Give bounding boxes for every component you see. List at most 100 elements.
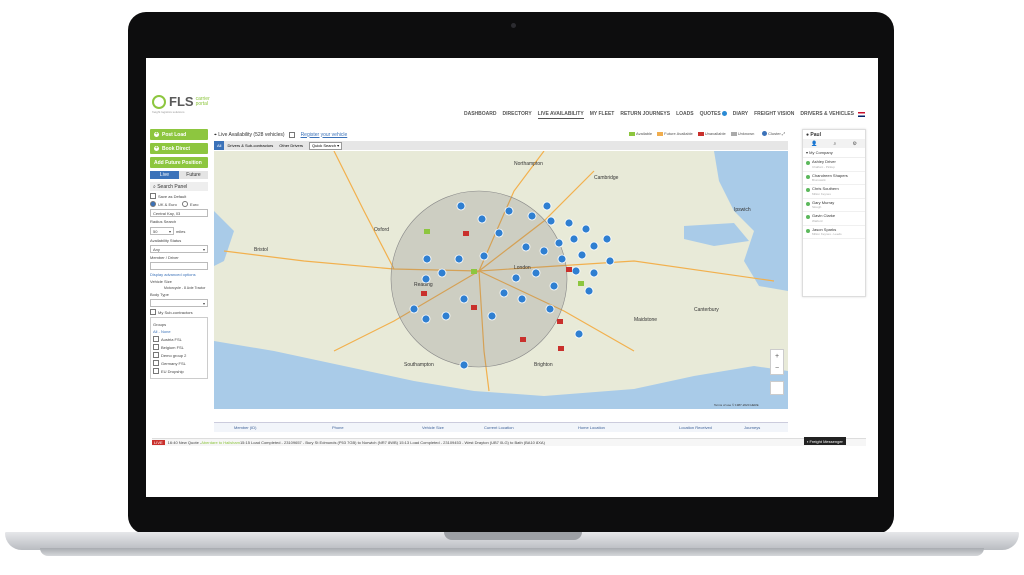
cluster-marker[interactable] [545,304,555,314]
cluster-marker[interactable] [581,224,591,234]
contact-item[interactable]: Jason Sparks Milton Keynes - Leeds [803,226,865,239]
cluster-marker[interactable] [499,288,509,298]
contact-item[interactable]: Chris Southern Milton Keynes [803,185,865,199]
available-flag[interactable] [578,281,584,286]
nav-live-availability[interactable]: LIVE AVAILABILITY [537,111,584,119]
cluster-marker[interactable] [422,254,432,264]
available-flag[interactable] [471,269,477,274]
cluster-marker[interactable] [421,274,431,284]
group-checkbox[interactable] [153,352,159,358]
group-checkbox[interactable] [153,336,159,342]
cluster-marker[interactable] [479,251,489,261]
search-panel-header[interactable]: ⌕ Search Panel [150,182,208,191]
col-journeys[interactable]: Journeys [744,425,760,430]
availability-select[interactable]: Any ▾ [150,245,208,253]
col-home-location[interactable]: Home Location [578,425,605,430]
post-load-button[interactable]: + Post Load [150,129,208,140]
nav-drivers-vehicles[interactable]: DRIVERS & VEHICLES [800,111,854,119]
cluster-marker[interactable] [527,211,537,221]
group-item[interactable]: Demo group 2 [153,352,205,358]
tab-other-drivers[interactable]: Other Drivers [276,141,306,150]
cluster-marker[interactable] [477,214,487,224]
group-checkbox[interactable] [153,368,159,374]
quick-search-select[interactable]: Quick Search ▾ [309,141,343,150]
register-vehicle-link[interactable]: Register your vehicle [301,132,348,138]
cluster-marker[interactable] [437,268,447,278]
member-driver-input[interactable] [150,262,208,270]
cluster-marker[interactable] [456,201,466,211]
cluster-marker[interactable] [602,234,612,244]
unavailable-flag[interactable] [520,337,526,342]
cluster-marker[interactable] [421,314,431,324]
contact-item[interactable]: Gavin Clarke Watford [803,212,865,226]
cluster-marker[interactable] [531,268,541,278]
tab-all[interactable]: All [214,141,225,150]
cluster-marker[interactable] [459,360,469,370]
group-checkbox[interactable] [153,360,159,366]
unavailable-flag[interactable] [463,231,469,236]
ticker-route-link[interactable]: Aberdare to Hailsham [201,440,240,445]
cluster-marker[interactable] [409,304,419,314]
uk-euro-radio[interactable] [150,201,156,207]
cluster-marker[interactable] [511,273,521,283]
fullscreen-icon[interactable]: ⤢ [782,131,785,136]
live-tab[interactable]: Live [150,171,179,179]
map-view[interactable]: Northampton Cambridge Bristol London Rea… [214,151,788,409]
unavailable-flag[interactable] [471,305,477,310]
col-phone[interactable]: Phone [332,425,344,430]
nav-directory[interactable]: DIRECTORY [503,111,532,119]
col-current-location[interactable]: Current Location [484,425,514,430]
col-location-received[interactable]: Location Received [679,425,712,430]
contacts-icon[interactable]: 👤 [811,141,817,147]
nav-diary[interactable]: DIARY [733,111,748,119]
nav-return-journeys[interactable]: RETURN JOURNEYS [620,111,670,119]
nav-freight-vision[interactable]: FREIGHT VISION [754,111,794,119]
cluster-marker[interactable] [605,256,615,266]
col-member[interactable]: Member (ID) [234,425,256,430]
group-item[interactable]: EU Dropship [153,368,205,374]
cluster-marker[interactable] [459,294,469,304]
unavailable-flag[interactable] [566,267,572,272]
unavailable-flag[interactable] [421,291,427,296]
contact-group[interactable]: ▾ My Company [803,148,865,158]
cluster-marker[interactable] [569,234,579,244]
cluster-marker[interactable] [574,329,584,339]
cluster-marker[interactable] [441,311,451,321]
cluster-marker[interactable] [517,294,527,304]
uk-flag-icon[interactable] [858,112,865,117]
future-tab[interactable]: Future [179,171,208,179]
cluster-marker[interactable] [487,311,497,321]
group-item[interactable]: Belgium FSL [153,344,205,350]
save-default-row[interactable]: Save as Default [150,193,208,199]
gear-icon[interactable]: ⚙ [852,141,856,147]
cluster-marker[interactable] [584,286,594,296]
contact-item[interactable]: Ashley Driver Chalfont - Pickup [803,158,865,172]
radius-select[interactable]: 50 ▾ [150,227,174,235]
cluster-marker[interactable] [494,228,504,238]
col-vehicle-size[interactable]: Vehicle Size [422,425,444,430]
cluster-marker[interactable] [557,254,567,264]
add-future-position-button[interactable]: Add Future Position [150,157,208,168]
group-item[interactable]: Germany FSL [153,360,205,366]
contact-item[interactable]: Gary Murray Slough [803,199,865,212]
nav-my-fleet[interactable]: MY FLEET [590,111,615,119]
cluster-marker[interactable] [571,266,581,276]
group-item[interactable]: Austria FSL [153,336,205,342]
cluster-marker[interactable] [549,281,559,291]
available-flag[interactable] [424,229,430,234]
cluster-marker[interactable] [539,246,549,256]
groups-all-none-link[interactable]: All - None [153,329,205,334]
unavailable-flag[interactable] [557,319,563,324]
cluster-marker[interactable] [504,206,514,216]
book-direct-button[interactable]: + Book Direct [150,143,208,154]
cluster-marker[interactable] [577,250,587,260]
body-type-select[interactable]: ▾ [150,299,208,307]
cluster-marker[interactable] [564,218,574,228]
location-input[interactable]: Central Kay, 03 [150,209,208,217]
cluster-marker[interactable] [521,242,531,252]
nav-dashboard[interactable]: DASHBOARD [464,111,497,119]
tab-drivers-subcontractors[interactable]: Drivers & Sub-contractors [224,141,276,150]
cluster-marker[interactable] [542,201,552,211]
cluster-toggle[interactable]: Cluster ⤢ [762,131,785,137]
euro-radio[interactable] [182,201,189,207]
